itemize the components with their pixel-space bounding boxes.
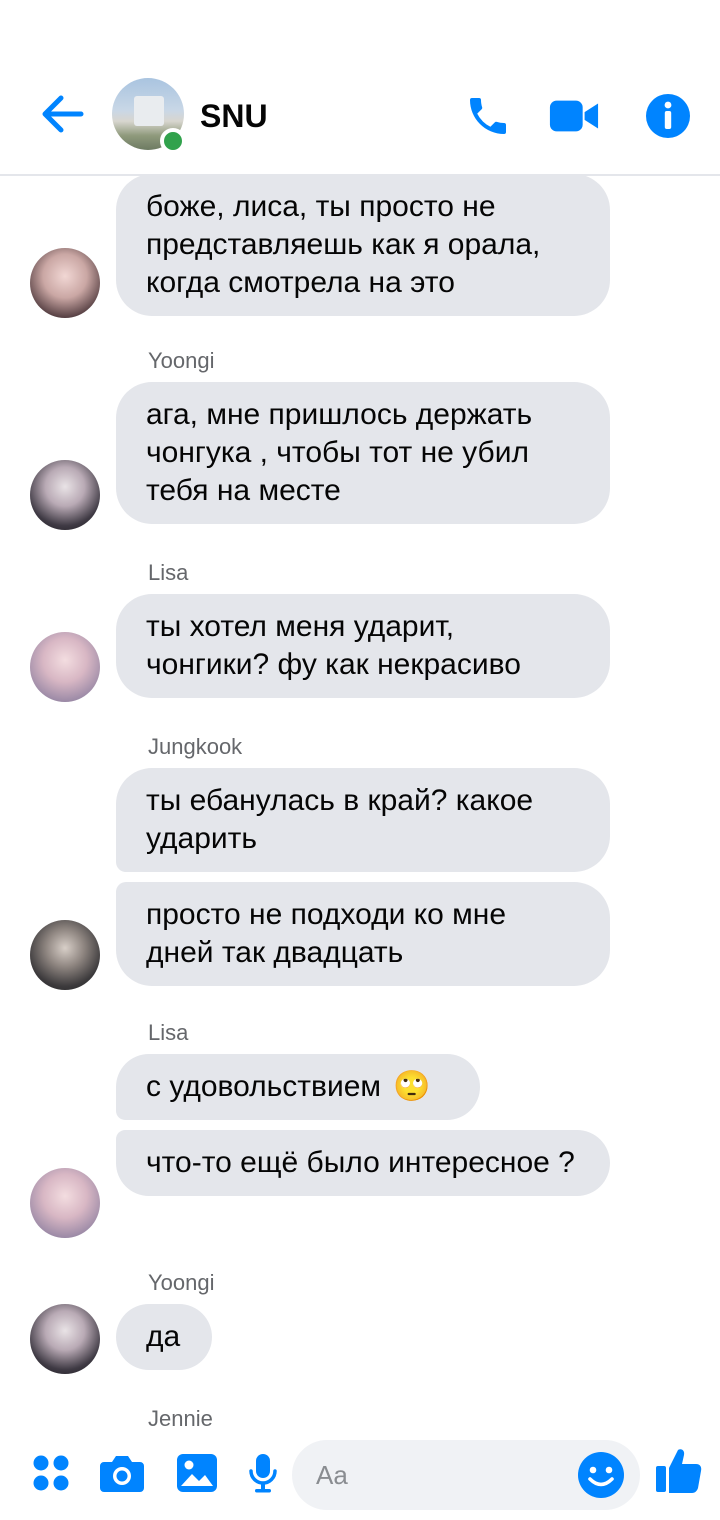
video-camera-icon: [549, 100, 599, 132]
image-icon: [177, 1454, 217, 1492]
online-indicator: [160, 128, 186, 154]
message-text: ага, мне пришлось держать чонгука , чтоб…: [146, 398, 533, 507]
microphone-icon: [249, 1454, 277, 1493]
sender-name: Jungkook: [148, 734, 243, 759]
phone-icon: [470, 98, 506, 134]
four-dots-icon: [33, 1455, 69, 1491]
message-input[interactable]: Aa: [292, 1440, 640, 1510]
message-bubble[interactable]: ага, мне пришлось держать чонгука , чтоб…: [116, 382, 610, 524]
message-bubble[interactable]: просто не подходи ко мне дней так двадца…: [116, 882, 610, 986]
message-bubble[interactable]: да: [116, 1304, 212, 1370]
avatar-jungkook[interactable]: [30, 920, 100, 990]
avatar-jennie[interactable]: [30, 248, 100, 318]
chat-title[interactable]: SNU: [200, 96, 268, 136]
arrow-left-icon: [42, 95, 84, 133]
sender-name: Yoongi: [148, 348, 215, 373]
avatar-yoongi[interactable]: [30, 1304, 100, 1374]
avatar-yoongi[interactable]: [30, 460, 100, 530]
gallery-button[interactable]: [172, 1448, 222, 1498]
emoji-button[interactable]: [576, 1450, 626, 1500]
message-list[interactable]: боже, лиса, ты просто не представляешь к…: [0, 176, 720, 1432]
more-actions-button[interactable]: [26, 1448, 76, 1498]
message-bubble[interactable]: ты ебанулась в край? какое ударить: [116, 768, 610, 872]
chat-header: SNU: [0, 0, 720, 176]
back-button[interactable]: [36, 88, 88, 140]
message-bubble[interactable]: с удовольствием 🙄: [116, 1054, 480, 1120]
eye-roll-emoji-icon: 🙄: [393, 1069, 431, 1104]
message-input-placeholder: Aa: [316, 1460, 348, 1490]
like-button[interactable]: [654, 1446, 704, 1496]
info-icon: [646, 94, 690, 138]
audio-call-button[interactable]: [462, 90, 514, 142]
camera-icon: [100, 1456, 144, 1492]
smiley-icon: [578, 1452, 624, 1498]
message-text: боже, лиса, ты просто не представляешь к…: [146, 190, 541, 299]
video-call-button[interactable]: [548, 90, 600, 142]
avatar-lisa[interactable]: [30, 632, 100, 702]
message-text: ты хотел меня ударит, чонгики? фу как не…: [146, 610, 521, 681]
group-avatar[interactable]: [112, 78, 186, 154]
message-text: да: [146, 1320, 181, 1353]
avatar-lisa[interactable]: [30, 1168, 100, 1238]
message-bubble[interactable]: что-то ещё было интересное ?: [116, 1130, 610, 1196]
sender-name: Lisa: [148, 560, 189, 585]
avatar-building: [134, 96, 164, 126]
camera-button[interactable]: [97, 1448, 147, 1498]
message-bubble[interactable]: боже, лиса, ты просто не представляешь к…: [116, 176, 610, 316]
voice-message-button[interactable]: [238, 1448, 288, 1498]
message-text: просто не подходи ко мне дней так двадца…: [146, 898, 507, 969]
message-composer: Aa: [0, 1432, 720, 1520]
sender-name: Jennie: [148, 1406, 213, 1431]
message-text: с удовольствием: [146, 1070, 382, 1103]
message-text: ты ебанулась в край? какое ударить: [146, 784, 534, 855]
info-button[interactable]: [642, 90, 694, 142]
sender-name: Yoongi: [148, 1270, 215, 1295]
message-text: что-то ещё было интересное ?: [146, 1146, 575, 1179]
thumbs-up-icon: [656, 1449, 702, 1493]
message-bubble[interactable]: ты хотел меня ударит, чонгики? фу как не…: [116, 594, 610, 698]
sender-name: Lisa: [148, 1020, 189, 1045]
